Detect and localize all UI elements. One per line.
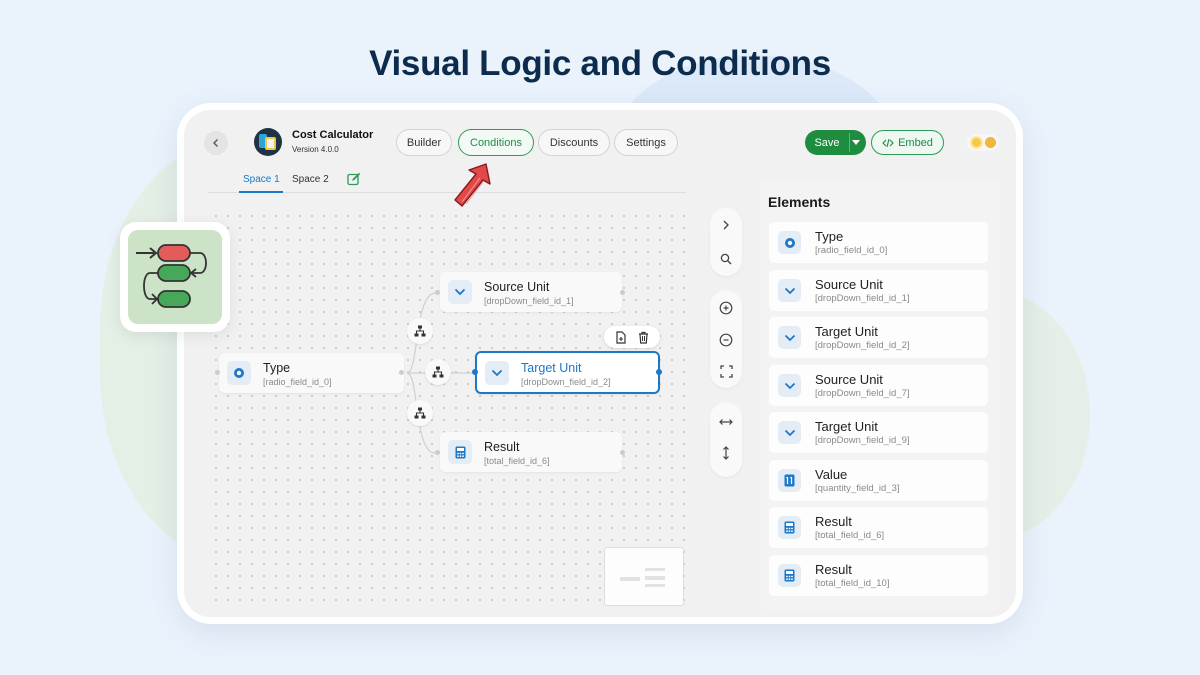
node-name: Result xyxy=(484,440,520,454)
element-name: Source Unit xyxy=(815,372,883,387)
vertical-arrows-icon[interactable] xyxy=(714,441,738,465)
chevron-right-icon[interactable] xyxy=(714,213,738,237)
element-field-id: [total_field_id_6] xyxy=(815,530,885,541)
node-handle[interactable] xyxy=(656,369,662,375)
trash-icon[interactable] xyxy=(638,331,649,344)
node-handle[interactable] xyxy=(472,369,478,375)
canvas-minimap[interactable] xyxy=(604,547,684,606)
element-field-id: [radio_field_id_0] xyxy=(815,245,888,256)
node-toolbar xyxy=(604,326,660,348)
element-name: Type xyxy=(815,229,844,244)
condition-branch-icon[interactable] xyxy=(407,318,433,344)
canvas-node-target-unit[interactable]: Target Unit [dropDown_field_id_2] xyxy=(475,351,660,394)
node-handle[interactable] xyxy=(215,370,220,375)
radio-icon xyxy=(227,361,251,385)
logic-flow-badge xyxy=(120,222,230,332)
elements-panel-title: Elements xyxy=(768,194,831,210)
element-item[interactable]: Target Unit [dropDown_field_id_2] xyxy=(769,317,988,358)
node-handle[interactable] xyxy=(435,290,440,295)
condition-branch-icon[interactable] xyxy=(407,400,433,426)
element-item[interactable]: Result [total_field_id_6] xyxy=(769,507,988,548)
element-field-id: [quantity_field_id_3] xyxy=(815,483,900,494)
node-handle[interactable] xyxy=(620,450,625,455)
node-handle[interactable] xyxy=(620,290,625,295)
quantity-icon xyxy=(778,469,801,492)
fit-screen-icon[interactable] xyxy=(714,359,738,383)
chevron-down-icon xyxy=(485,361,509,385)
element-item[interactable]: Source Unit [dropDown_field_id_7] xyxy=(769,365,988,406)
node-field-id: [radio_field_id_0] xyxy=(263,377,332,387)
element-name: Source Unit xyxy=(815,277,883,292)
node-field-id: [total_field_id_6] xyxy=(484,456,550,466)
node-handle[interactable] xyxy=(435,450,440,455)
zoom-in-icon[interactable] xyxy=(714,296,738,320)
calculator-icon xyxy=(778,564,801,587)
chevron-down-icon xyxy=(778,279,801,302)
element-field-id: [dropDown_field_id_7] xyxy=(815,388,910,399)
canvas-controls-top xyxy=(710,208,742,276)
element-item[interactable]: Source Unit [dropDown_field_id_1] xyxy=(769,270,988,311)
node-name: Type xyxy=(263,361,291,375)
chevron-down-icon xyxy=(448,280,472,304)
page-headline: Visual Logic and Conditions xyxy=(369,44,831,83)
chevron-down-icon xyxy=(778,326,801,349)
element-name: Value xyxy=(815,467,848,482)
element-item[interactable]: Type [radio_field_id_0] xyxy=(769,222,988,263)
condition-branch-icon[interactable] xyxy=(425,359,451,385)
node-field-id: [dropDown_field_id_2] xyxy=(521,377,611,387)
element-item[interactable]: Value [quantity_field_id_3] xyxy=(769,460,988,501)
element-field-id: [total_field_id_10] xyxy=(815,578,890,589)
radio-icon xyxy=(778,231,801,254)
logic-flow-icon xyxy=(136,244,207,308)
node-name: Source Unit xyxy=(484,280,550,294)
search-icon[interactable] xyxy=(714,247,738,271)
element-field-id: [dropDown_field_id_9] xyxy=(815,435,910,446)
calculator-icon xyxy=(778,516,801,539)
element-field-id: [dropDown_field_id_2] xyxy=(815,340,910,351)
app-screen: Cost Calculator Version 4.0.0 Builder Co… xyxy=(184,110,1016,617)
canvas-node-type[interactable]: Type [radio_field_id_0] xyxy=(219,353,404,393)
horizontal-arrows-icon[interactable] xyxy=(714,410,738,434)
calculator-icon xyxy=(448,440,472,464)
pointer-arrow-icon xyxy=(454,163,491,207)
canvas-controls-layout xyxy=(710,402,742,477)
element-name: Target Unit xyxy=(815,324,878,339)
node-handle[interactable] xyxy=(399,370,404,375)
element-name: Result xyxy=(815,562,852,577)
chevron-down-icon xyxy=(778,421,801,444)
node-name: Target Unit xyxy=(521,361,582,375)
node-field-id: [dropDown_field_id_1] xyxy=(484,296,574,306)
element-name: Result xyxy=(815,514,852,529)
element-name: Target Unit xyxy=(815,419,878,434)
element-item[interactable]: Result [total_field_id_10] xyxy=(769,555,988,596)
canvas-node-source-unit[interactable]: Source Unit [dropDown_field_id_1] xyxy=(440,272,622,312)
chevron-down-icon xyxy=(778,374,801,397)
zoom-out-icon[interactable] xyxy=(714,328,738,352)
canvas-node-result[interactable]: Result [total_field_id_6] xyxy=(440,432,622,472)
canvas-controls-zoom xyxy=(710,290,742,388)
duplicate-icon[interactable] xyxy=(615,330,627,344)
element-field-id: [dropDown_field_id_1] xyxy=(815,293,910,304)
element-item[interactable]: Target Unit [dropDown_field_id_9] xyxy=(769,412,988,453)
